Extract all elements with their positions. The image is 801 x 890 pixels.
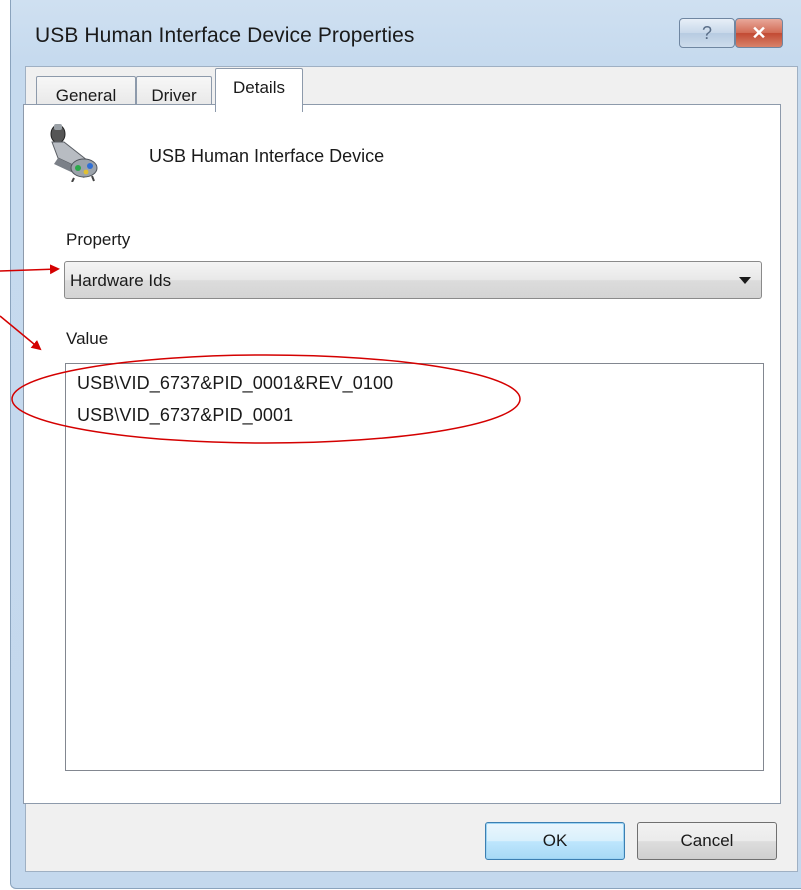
value-listbox[interactable]: USB\VID_6737&PID_0001&REV_0100 USB\VID_6…: [65, 363, 764, 771]
ok-button[interactable]: OK: [485, 822, 625, 860]
close-icon: ✕: [751, 22, 767, 43]
window-title: USB Human Interface Device Properties: [35, 24, 415, 47]
list-item[interactable]: USB\VID_6737&PID_0001&REV_0100: [77, 373, 393, 394]
tab-general-label: General: [55, 85, 117, 105]
ok-button-label: OK: [542, 831, 568, 850]
property-label: Property: [66, 230, 131, 249]
property-dropdown[interactable]: Hardware Ids: [64, 261, 762, 299]
chevron-down-icon: [739, 277, 751, 284]
game-controller-icon: [44, 120, 100, 183]
help-icon: ?: [701, 22, 712, 43]
list-item[interactable]: USB\VID_6737&PID_0001: [77, 405, 293, 426]
help-button[interactable]: ?: [679, 18, 735, 48]
cancel-button[interactable]: Cancel: [637, 822, 777, 860]
cancel-button-label: Cancel: [680, 831, 734, 850]
tab-details-label: Details: [233, 77, 285, 97]
property-selected-value: Hardware Ids: [70, 271, 172, 290]
device-name: USB Human Interface Device: [149, 146, 385, 166]
tab-driver-label: Driver: [151, 85, 197, 105]
active-tab-joint: [216, 103, 302, 106]
close-button[interactable]: ✕: [735, 18, 783, 48]
value-label: Value: [66, 329, 109, 348]
